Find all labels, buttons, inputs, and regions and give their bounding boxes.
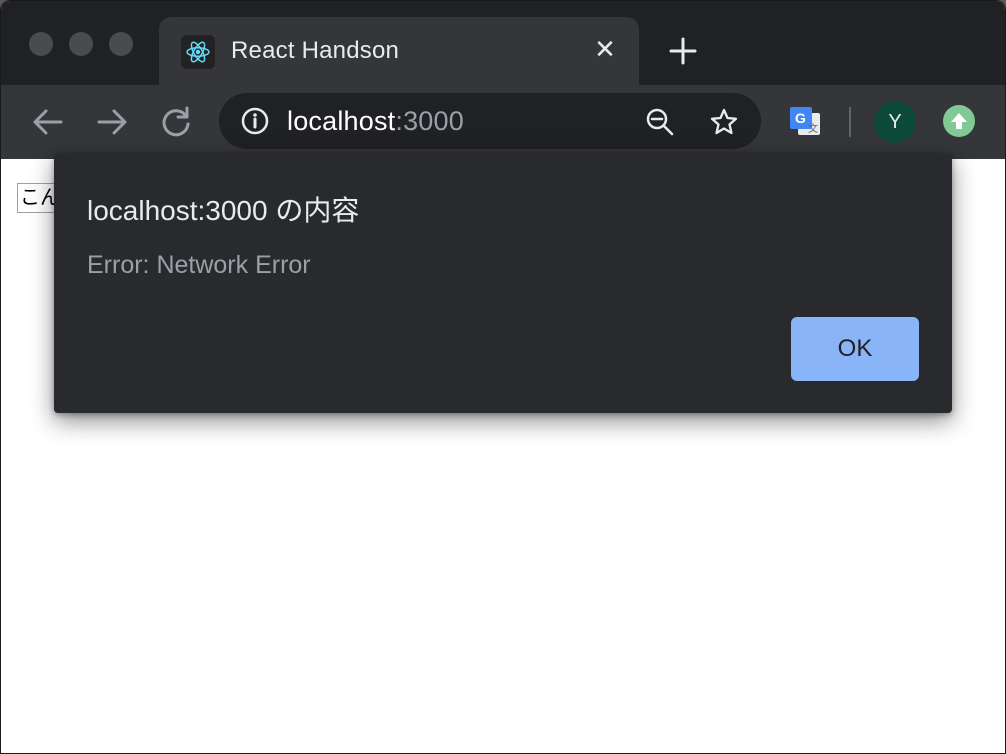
arrow-left-icon — [33, 109, 63, 135]
google-translate-icon[interactable]: G 文 — [788, 105, 822, 144]
dialog-message: Error: Network Error — [87, 251, 311, 279]
browser-tab[interactable]: React Handson ✕ — [159, 17, 639, 85]
ok-button[interactable]: OK — [791, 317, 919, 381]
url-host: localhost — [287, 106, 396, 136]
toolbar-divider — [849, 107, 851, 137]
back-button[interactable] — [29, 103, 67, 141]
reload-button[interactable] — [157, 103, 195, 141]
info-icon[interactable] — [241, 107, 269, 135]
dialog-title: localhost:3000 の内容 — [87, 195, 360, 226]
plus-icon — [669, 37, 697, 65]
reload-icon — [162, 106, 190, 137]
browser-window: React Handson ✕ localhost:3000 G 文 Y こんに… — [0, 0, 1006, 754]
url-port: :3000 — [395, 106, 464, 136]
url-text: localhost:3000 — [287, 106, 464, 137]
zoom-out-icon[interactable] — [645, 107, 675, 137]
close-window-button[interactable] — [29, 32, 53, 56]
update-icon[interactable] — [943, 105, 975, 137]
address-bar[interactable]: localhost:3000 — [219, 93, 761, 149]
tab-close-icon[interactable]: ✕ — [591, 35, 619, 63]
arrow-up-icon — [951, 113, 967, 129]
new-tab-button[interactable] — [665, 33, 701, 69]
browser-toolbar: localhost:3000 G 文 Y — [1, 85, 1005, 159]
profile-avatar[interactable]: Y — [874, 101, 916, 143]
react-logo-icon — [181, 35, 215, 69]
alert-dialog: localhost:3000 の内容 Error: Network Error … — [54, 153, 952, 413]
star-icon[interactable] — [709, 107, 739, 137]
arrow-right-icon — [97, 109, 127, 135]
tab-title: React Handson — [231, 37, 400, 64]
svg-text:文: 文 — [808, 122, 818, 135]
svg-text:G: G — [795, 110, 806, 126]
minimize-window-button[interactable] — [69, 32, 93, 56]
forward-button[interactable] — [93, 103, 131, 141]
title-bar: React Handson ✕ — [1, 1, 1005, 85]
zoom-window-button[interactable] — [109, 32, 133, 56]
